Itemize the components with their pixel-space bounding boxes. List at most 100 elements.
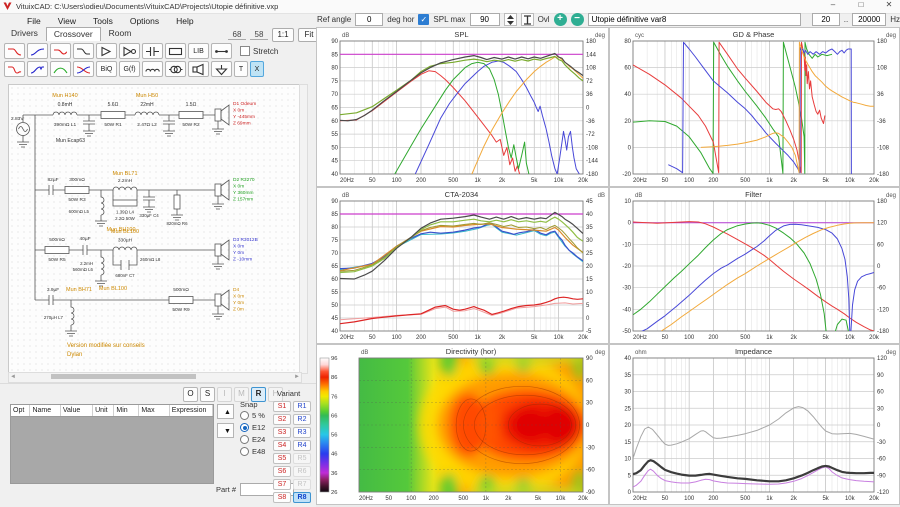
mode-o-button[interactable]: O [183, 387, 198, 402]
ref-angle-input[interactable] [355, 13, 383, 26]
lowpass-red-icon[interactable] [4, 43, 25, 59]
overlay-remove-button[interactable]: − [571, 13, 584, 26]
delete-tool-button[interactable]: X [250, 61, 264, 77]
capacitor-icon[interactable] [142, 43, 163, 59]
scroll-left-icon[interactable]: ◄ [10, 373, 16, 381]
cap-C6 [83, 245, 87, 255]
spin-updown-button[interactable] [504, 13, 517, 26]
menu-view[interactable]: View [58, 16, 76, 26]
gain-block-icon[interactable] [119, 43, 140, 59]
schema-s1-button[interactable]: S1 [273, 401, 291, 412]
scrollbar-thumb[interactable] [51, 374, 196, 379]
menu-help[interactable]: Help [176, 16, 193, 26]
speaker-icon[interactable] [188, 61, 209, 77]
allpass-blue-icon[interactable] [27, 61, 48, 77]
buffer-icon[interactable] [96, 43, 117, 59]
svg-text:200: 200 [708, 335, 719, 341]
bandpass-green-icon[interactable] [50, 61, 71, 77]
driver-D4 [215, 294, 221, 306]
resistor-icon[interactable] [165, 43, 186, 59]
transformer-icon[interactable] [165, 61, 186, 77]
node-icon[interactable] [211, 43, 232, 59]
zoom-one-to-one-button[interactable]: 1:1 [272, 28, 294, 42]
overlay-add-button[interactable]: + [554, 13, 567, 26]
chart-directivity: Directivity (hor)dBdeg9060300-30-60-9020… [316, 344, 609, 505]
spl-max-input[interactable] [470, 13, 500, 26]
svg-text:0: 0 [628, 221, 632, 227]
crossover-icon[interactable] [73, 61, 94, 77]
biquad-button[interactable]: BiQ [96, 61, 117, 77]
menu-options[interactable]: Options [130, 16, 159, 26]
row-up-button[interactable]: ▲ [217, 404, 234, 419]
svg-text:108: 108 [877, 66, 888, 72]
result-r3-button[interactable]: R3 [293, 427, 311, 438]
column-opt: Opt [11, 405, 30, 416]
inductor-icon[interactable] [142, 61, 163, 77]
maximize-button[interactable]: □ [854, 0, 868, 9]
svg-text:X 0m: X 0m [233, 244, 244, 250]
svg-text:dB: dB [361, 350, 368, 356]
shunt-inductor-L5 [95, 190, 107, 226]
close-button[interactable]: ✕ [882, 0, 896, 9]
schema-s8-button[interactable]: S8 [273, 492, 291, 503]
row-down-button[interactable]: ▼ [217, 423, 234, 438]
svg-text:dB: dB [635, 193, 642, 199]
result-r6-button[interactable]: R6 [293, 466, 311, 477]
scroll-right-icon[interactable]: ► [294, 373, 300, 381]
ground-icon[interactable] [211, 61, 232, 77]
shelf-black-icon[interactable] [73, 43, 94, 59]
schema-s6-button[interactable]: S6 [273, 466, 291, 477]
horizontal-scrollbar[interactable]: ◄ ► [8, 372, 302, 383]
svg-text:180: 180 [586, 39, 597, 45]
result-r4-button[interactable]: R4 [293, 440, 311, 451]
freq-max-input[interactable] [852, 13, 886, 26]
resistor-R1 [101, 112, 125, 119]
minimize-button[interactable]: – [826, 0, 840, 9]
svg-text:dB: dB [342, 193, 349, 199]
result-r7-button[interactable]: R7 [293, 479, 311, 490]
svg-text:5k: 5k [531, 178, 538, 184]
svg-text:CTA-2034: CTA-2034 [445, 190, 479, 199]
peak-red-icon[interactable] [50, 43, 71, 59]
svg-text:86: 86 [331, 375, 337, 381]
tab-crossover[interactable]: Crossover [46, 27, 101, 41]
cap-C8 [49, 295, 53, 305]
tab-drivers[interactable]: Drivers [3, 26, 46, 41]
spl-max-checkbox[interactable]: ✓ [418, 14, 429, 25]
schema-s5-button[interactable]: S5 [273, 453, 291, 464]
svg-text:20k: 20k [869, 496, 880, 502]
freq-min-input[interactable] [812, 13, 840, 26]
schema-s7-button[interactable]: S7 [273, 479, 291, 490]
text-tool-button[interactable]: T [234, 61, 248, 77]
stretch-label: Stretch [253, 47, 278, 56]
highpass-blue-icon[interactable] [27, 43, 48, 59]
schema-s4-button[interactable]: S4 [273, 440, 291, 451]
variant-name-input[interactable] [588, 13, 801, 26]
lib-button[interactable]: LIB [188, 43, 209, 59]
svg-text:40µF: 40µF [79, 236, 90, 242]
schema-s2-button[interactable]: S2 [273, 414, 291, 425]
tab-room[interactable]: Room [101, 26, 140, 41]
svg-text:50: 50 [331, 303, 338, 309]
gain-function-button[interactable]: G(f) [119, 61, 140, 77]
schematic-canvas[interactable]: Mun H1400.8mH390mΩ L12.83VMun Ecap635.6Ω… [8, 84, 302, 374]
lowpass-red-icon [6, 45, 23, 58]
lowpass2-red-icon[interactable] [4, 61, 25, 77]
svg-text:500mΩ: 500mΩ [49, 237, 65, 243]
svg-text:50: 50 [385, 496, 392, 502]
stretch-checkbox[interactable] [240, 46, 250, 56]
result-r2-button[interactable]: R2 [293, 414, 311, 425]
mode-s-button[interactable]: S [200, 387, 215, 402]
fit-vertical-button[interactable] [521, 13, 534, 26]
result-r8-button[interactable]: R8 [293, 492, 311, 503]
result-r5-button[interactable]: R5 [293, 453, 311, 464]
svg-text:500: 500 [740, 335, 751, 341]
menu-tools[interactable]: Tools [93, 16, 113, 26]
mode-i-button[interactable]: I [217, 387, 232, 402]
optimizer-table[interactable]: OptNameValueUnitMinMaxExpression [10, 404, 214, 484]
svg-text:25: 25 [624, 406, 631, 412]
vertical-scrollbar[interactable] [299, 84, 308, 374]
result-r1-button[interactable]: R1 [293, 401, 311, 412]
menu-file[interactable]: File [27, 16, 41, 26]
schema-s3-button[interactable]: S3 [273, 427, 291, 438]
